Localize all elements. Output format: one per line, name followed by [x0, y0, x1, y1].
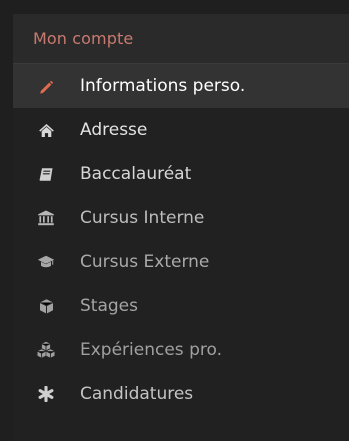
- sidebar-item-label: Candidatures: [80, 383, 194, 404]
- sidebar-item-label: Baccalauréat: [80, 163, 192, 184]
- sidebar-item-experiences-pro[interactable]: Expériences pro.: [13, 328, 349, 372]
- sidebar-item-baccalaureat[interactable]: Baccalauréat: [13, 152, 349, 196]
- sidebar-title: Mon compte: [33, 29, 134, 48]
- pencil-icon: [37, 77, 55, 95]
- sidebar-item-label: Cursus Interne: [80, 207, 205, 228]
- sidebar-menu: Informations perso. Adresse Baccalauréat…: [13, 64, 349, 416]
- cube-icon: [37, 297, 55, 315]
- sidebar-item-stages[interactable]: Stages: [13, 284, 349, 328]
- book-icon: [37, 165, 55, 183]
- sidebar-item-adresse[interactable]: Adresse: [13, 108, 349, 152]
- sidebar-item-candidatures[interactable]: Candidatures: [13, 372, 349, 416]
- graduation-cap-icon: [37, 253, 55, 271]
- institution-icon: [37, 209, 55, 227]
- sidebar-item-cursus-interne[interactable]: Cursus Interne: [13, 196, 349, 240]
- sidebar-item-label: Adresse: [80, 119, 148, 140]
- cubes-icon: [37, 341, 55, 359]
- sidebar-item-label: Stages: [80, 295, 138, 316]
- asterisk-icon: [37, 385, 55, 403]
- home-icon: [37, 121, 55, 139]
- sidebar-item-label: Cursus Externe: [80, 251, 210, 272]
- sidebar-item-label: Informations perso.: [80, 75, 246, 96]
- app-root: Mon compte Informations perso. Adresse B…: [0, 0, 349, 441]
- account-sidebar: Mon compte Informations perso. Adresse B…: [13, 14, 349, 441]
- sidebar-item-informations-perso[interactable]: Informations perso.: [13, 64, 349, 108]
- sidebar-item-cursus-externe[interactable]: Cursus Externe: [13, 240, 349, 284]
- sidebar-item-label: Expériences pro.: [80, 339, 222, 360]
- sidebar-header: Mon compte: [13, 14, 349, 64]
